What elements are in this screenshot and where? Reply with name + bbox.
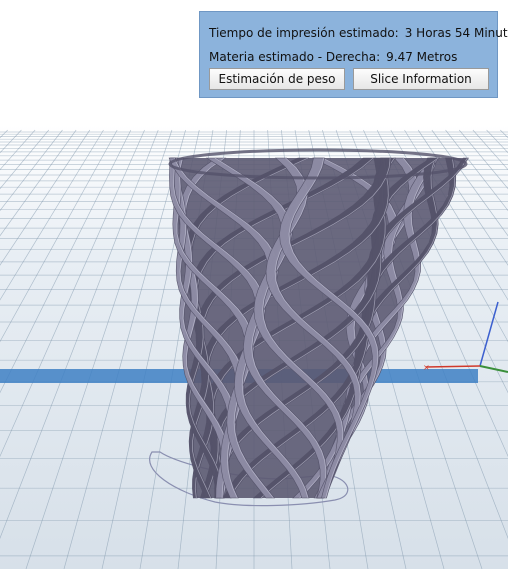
material-row: Materia estimado - Derecha: 9.47 Metros (209, 49, 457, 65)
material-value: 9.47 Metros (386, 50, 458, 64)
x-axis-marker: × (423, 363, 430, 372)
slice-info-panel: Tiempo de impresión estimado: 3 Horas 54 … (199, 11, 508, 98)
slice-information-button[interactable]: Slice Information (353, 68, 489, 90)
weight-estimation-button[interactable]: Estimación de peso (209, 68, 345, 90)
print-time-label: Tiempo de impresión estimado: (209, 26, 399, 40)
material-label: Materia estimado - Derecha: (209, 50, 381, 64)
x-axis-line (425, 365, 481, 368)
print-time-row: Tiempo de impresión estimado: 3 Horas 54 … (209, 25, 508, 41)
3d-viewport[interactable]: × Tiempo de impresión estimado: 3 Horas 5… (0, 0, 508, 569)
print-time-value: 3 Horas 54 Minutos (404, 26, 508, 40)
